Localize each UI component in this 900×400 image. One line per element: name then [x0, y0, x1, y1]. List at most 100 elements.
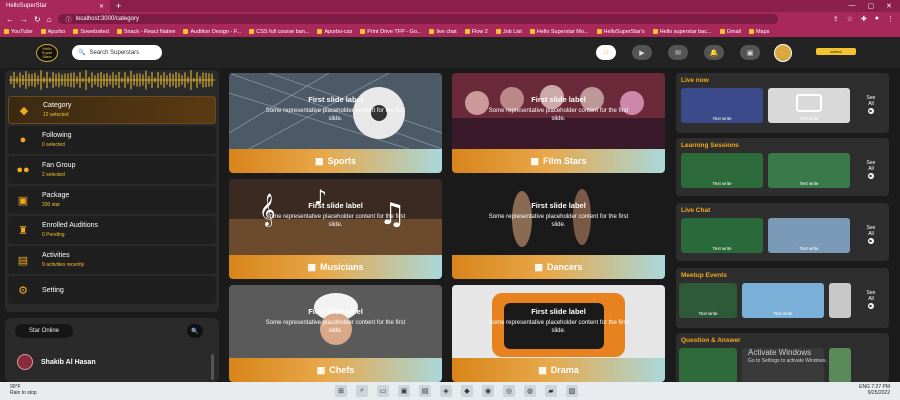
see-all-link[interactable]: See All ▶: [865, 225, 877, 244]
file-explorer-icon[interactable]: ▤: [419, 385, 431, 397]
reload-icon[interactable]: ↻: [34, 15, 41, 24]
thumbnail[interactable]: Text write: [768, 153, 850, 188]
chrome-icon[interactable]: ◉: [482, 385, 494, 397]
bookmark-item[interactable]: live chat: [429, 29, 457, 35]
category-card-musicians[interactable]: 𝄞 ♪ ♫ First slide label Some representati…: [229, 179, 442, 279]
new-tab-icon[interactable]: +: [116, 1, 121, 11]
app-icon[interactable]: ◍: [524, 385, 536, 397]
sidebar-item-following[interactable]: ● Following 0 selected: [8, 126, 216, 154]
bookmark-item[interactable]: Apurbo: [40, 29, 65, 35]
category-card-sports[interactable]: First slide label Some representative pla…: [229, 73, 442, 173]
close-window-icon[interactable]: ✕: [886, 2, 892, 10]
bookmark-item[interactable]: Flow 2: [464, 29, 488, 35]
sidebar-item-activities[interactable]: ▤ Activities 9 activities recently: [8, 246, 216, 274]
thumbnail[interactable]: Text write: [679, 283, 737, 318]
panel-title: Question & Answer: [681, 337, 741, 344]
minimize-icon[interactable]: —: [849, 2, 856, 10]
category-card-drama[interactable]: First slide label Some representative pla…: [452, 285, 665, 382]
bookmark-item[interactable]: Apurbo-css: [317, 29, 352, 35]
weather-widget[interactable]: 90°F Rain to stop: [10, 384, 37, 396]
chat-taskbar-icon[interactable]: ▣: [398, 385, 410, 397]
bookmark-item[interactable]: Snack - React Native: [116, 29, 175, 35]
thumbnail[interactable]: Text write: [681, 153, 763, 188]
back-icon[interactable]: ←: [6, 15, 14, 24]
bookmark-item[interactable]: Audition Design - F...: [183, 29, 241, 35]
sidebar-item-package[interactable]: ▣ Package 200 star: [8, 186, 216, 214]
home-icon[interactable]: ⌂: [596, 45, 616, 60]
bookmark-item[interactable]: YouTube: [4, 29, 33, 35]
star-bookmark-icon[interactable]: ☆: [847, 15, 853, 23]
category-label: ▦ Chefs: [229, 358, 442, 382]
language-select[interactable]: -select-: [816, 48, 856, 55]
thumbnail[interactable]: Text write: [768, 218, 850, 253]
gift-icon[interactable]: ▣: [740, 45, 760, 60]
see-all-link[interactable]: See All ▶: [865, 290, 877, 309]
see-all-link[interactable]: See All ▶: [865, 95, 877, 114]
terminal-icon[interactable]: ▰: [545, 385, 557, 397]
tab-title: HelloSuperStar: [6, 3, 47, 9]
thumbnail[interactable]: Text write: [742, 283, 824, 318]
vscode-icon[interactable]: ◆: [461, 385, 473, 397]
sidebar-item-enrolled-auditions[interactable]: ♜ Enrolled Auditions 0 Pending: [8, 216, 216, 244]
maximize-icon[interactable]: ▢: [868, 2, 875, 10]
browser-tab-bar: HelloSuperStar ✕ + — ▢ ✕: [0, 0, 900, 12]
thumbnail[interactable]: Text write: [681, 218, 763, 253]
bookmark-item[interactable]: CSS full course ban...: [249, 29, 309, 35]
category-card-film-stars[interactable]: First slide label Some representative pla…: [452, 73, 665, 173]
photos-icon[interactable]: ▨: [566, 385, 578, 397]
thumbnail[interactable]: Text write: [768, 88, 850, 123]
windows-start-icon[interactable]: ⊞: [335, 385, 347, 397]
category-card-chefs[interactable]: First slide label Some representative pla…: [229, 285, 442, 382]
slide-caption: First slide label Some representative pla…: [265, 95, 406, 122]
search-taskbar-icon[interactable]: ⌕: [356, 385, 368, 397]
bookmark-item[interactable]: Hello superstar bac...: [652, 29, 712, 35]
menu-subtitle: 2 selected: [42, 172, 65, 178]
task-view-icon[interactable]: ▭: [377, 385, 389, 397]
share-icon[interactable]: ⇪: [833, 15, 839, 23]
bookmark-item[interactable]: HelloSuperStar's: [596, 29, 645, 35]
bookmarks-bar: YouTube Apurbo Sowebsited Snack - React …: [0, 26, 900, 37]
thumbnail[interactable]: [829, 348, 851, 383]
menu-icon[interactable]: ⋮: [887, 15, 894, 23]
address-bar: ← → ↻ ⌂ ⓘ localhost:3000/category ⇪ ☆ ✚ …: [0, 12, 900, 26]
video-icon[interactable]: ▶: [632, 45, 652, 60]
star-search-icon[interactable]: 🔍: [187, 324, 203, 338]
bookmark-item[interactable]: Hello Superstar Mo...: [529, 29, 589, 35]
browser-tab[interactable]: HelloSuperStar ✕: [0, 0, 110, 12]
profile-icon[interactable]: ●: [875, 15, 879, 23]
bookmark-item[interactable]: Maps: [748, 29, 769, 35]
sidebar-item-category[interactable]: ◆ Category 12 selected: [8, 96, 216, 124]
bookmark-item[interactable]: Sowebsited: [73, 29, 109, 35]
thumbnail[interactable]: [679, 348, 737, 383]
user-avatar[interactable]: [774, 44, 792, 62]
star-list-item[interactable]: Shakib Al Hasan: [17, 354, 96, 370]
category-label: ▦ Drama: [452, 358, 665, 382]
sidebar-item-setting[interactable]: ⚙ Setting: [8, 276, 216, 304]
bell-icon[interactable]: 🔔: [704, 45, 724, 60]
sidebar-item-fan-group[interactable]: ●● Fan Group 2 selected: [8, 156, 216, 184]
thumbnail[interactable]: Text write: [681, 88, 763, 123]
film-icon: ▦: [316, 364, 326, 375]
system-tray[interactable]: ENG 7:27 PM 9/25/2022: [859, 384, 890, 396]
extensions-icon[interactable]: ✚: [861, 15, 867, 23]
star-online-button[interactable]: Star Online: [15, 324, 73, 338]
url-field[interactable]: ⓘ localhost:3000/category: [57, 14, 778, 24]
store-icon[interactable]: ◈: [440, 385, 452, 397]
app-logo[interactable]: Hello Super Stars: [36, 44, 58, 62]
forward-icon[interactable]: →: [20, 15, 28, 24]
bookmark-item[interactable]: Job List: [495, 29, 522, 35]
menu-subtitle: 0 Pending: [42, 232, 65, 238]
chat-icon[interactable]: ✉: [668, 45, 688, 60]
browser-icon[interactable]: ◎: [503, 385, 515, 397]
category-card-dancers[interactable]: First slide label Some representative pla…: [452, 179, 665, 279]
see-all-link[interactable]: See All ▶: [865, 160, 877, 179]
bookmark-item[interactable]: Print Drive TFP - Go...: [360, 29, 421, 35]
panel-title: Meetup Events: [681, 272, 727, 279]
thumbnail[interactable]: [829, 283, 851, 318]
star-list-scrollbar[interactable]: [211, 354, 214, 380]
home-browser-icon[interactable]: ⌂: [47, 15, 52, 24]
search-input[interactable]: 🔍 Search Superstars: [72, 45, 162, 60]
slide-caption: First slide label Some representative pla…: [265, 201, 406, 228]
bookmark-item[interactable]: Gmail: [719, 29, 741, 35]
close-tab-icon[interactable]: ✕: [99, 3, 104, 10]
